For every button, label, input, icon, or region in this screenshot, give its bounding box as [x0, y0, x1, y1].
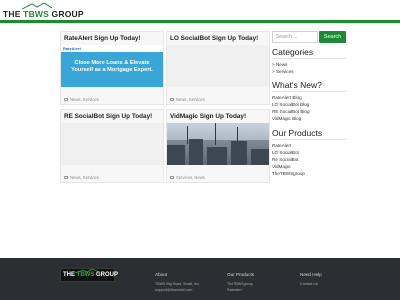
- post-title[interactable]: RE SocialBot Sign Up Today!: [64, 113, 152, 120]
- search-button[interactable]: Search: [319, 31, 346, 43]
- ad-brand: RateAlert: [63, 46, 81, 51]
- product-link[interactable]: VidMagic: [272, 164, 291, 169]
- site-footer: THE TBWS GROUP About TBWS Big Road, Smal…: [0, 258, 400, 300]
- footer-about-address: TBWS Big Road, Small, Inc.: [155, 282, 200, 286]
- whats-new-heading: What's New?: [272, 80, 322, 90]
- footer-logo-text: THE TBWS GROUP: [63, 272, 119, 278]
- post-title[interactable]: VidMagic Sign Up Today!: [170, 113, 246, 120]
- categories-heading: Categories: [272, 47, 314, 57]
- post-meta: News, Services: [170, 97, 205, 102]
- footer-logo[interactable]: THE TBWS GROUP: [60, 268, 119, 282]
- footer-contact-link[interactable]: Contact Us: [300, 282, 318, 286]
- products-heading: Our Products: [272, 128, 323, 138]
- product-link[interactable]: LO SocialBot: [272, 150, 299, 155]
- footer-products-heading: Our Products: [227, 272, 255, 277]
- footer-about-heading: About: [155, 272, 168, 277]
- ad-headline-2: Yourself as a Mortgage Expert.: [71, 67, 153, 73]
- search-input[interactable]: Search ...: [272, 31, 318, 43]
- category-link-services[interactable]: > Services: [272, 69, 294, 74]
- product-link[interactable]: Re SocialBot: [272, 157, 299, 162]
- product-link[interactable]: RateAlert: [272, 143, 291, 148]
- folder-icon: [170, 98, 174, 101]
- post-card[interactable]: RE SocialBot Sign Up Today! News, Servic…: [60, 109, 164, 183]
- post-title[interactable]: LO SocialBot Sign Up Today!: [170, 35, 258, 42]
- post-card[interactable]: RateAlert Sign Up Today! RateAlert Close…: [60, 31, 164, 105]
- post-image[interactable]: [167, 123, 269, 165]
- post-categories[interactable]: News, Services: [70, 175, 99, 180]
- footer-help-heading: Need Help: [300, 272, 322, 277]
- categories-divider: [272, 58, 346, 59]
- ad-headline-1: Close More Loans & Elevate: [74, 60, 150, 66]
- post-card[interactable]: LO SocialBot Sign Up Today! News, Servic…: [166, 31, 270, 105]
- post-card[interactable]: VidMagic Sign Up Today! Services, News: [166, 109, 270, 183]
- category-link-news[interactable]: > News: [272, 62, 287, 67]
- post-image[interactable]: [167, 45, 269, 87]
- product-link[interactable]: TheTBWSgroup: [272, 171, 305, 176]
- roof-icon: [22, 3, 52, 9]
- footer-product-link[interactable]: TheTBWSgroup: [227, 282, 253, 286]
- footer-product-link[interactable]: Ratealert: [227, 288, 242, 292]
- folder-icon: [170, 176, 174, 179]
- site-header: THE TBWS GROUP: [0, 0, 400, 24]
- site-logo[interactable]: THE TBWS GROUP: [3, 3, 84, 19]
- header-divider: [0, 23, 400, 24]
- whats-new-link[interactable]: LO SocialBot Blog: [272, 102, 309, 107]
- post-meta: Services, News: [170, 175, 205, 180]
- whats-new-link[interactable]: RateAlert Blog: [272, 95, 302, 100]
- city-photo: [167, 123, 269, 165]
- post-meta: News, Services: [64, 175, 99, 180]
- whats-new-link[interactable]: VidMagic Blog: [272, 116, 301, 121]
- products-divider: [272, 139, 346, 140]
- folder-icon: [64, 176, 68, 179]
- post-title[interactable]: RateAlert Sign Up Today!: [64, 35, 141, 42]
- post-image[interactable]: RateAlert Close More Loans & Elevate You…: [61, 45, 163, 87]
- whats-new-divider: [272, 91, 346, 92]
- footer-about-email[interactable]: support@tbwsmail.com: [155, 288, 192, 292]
- post-image[interactable]: [61, 123, 163, 165]
- whats-new-link[interactable]: RE SocialBot Blog: [272, 109, 310, 114]
- post-meta: News, Services: [64, 97, 99, 102]
- logo-text: THE TBWS GROUP: [3, 9, 84, 19]
- ratealert-ad-banner: RateAlert Close More Loans & Elevate You…: [61, 45, 163, 87]
- post-categories[interactable]: News, Services: [176, 97, 205, 102]
- post-categories[interactable]: News, Services: [70, 97, 99, 102]
- post-categories[interactable]: Services, News: [176, 175, 205, 180]
- folder-icon: [64, 98, 68, 101]
